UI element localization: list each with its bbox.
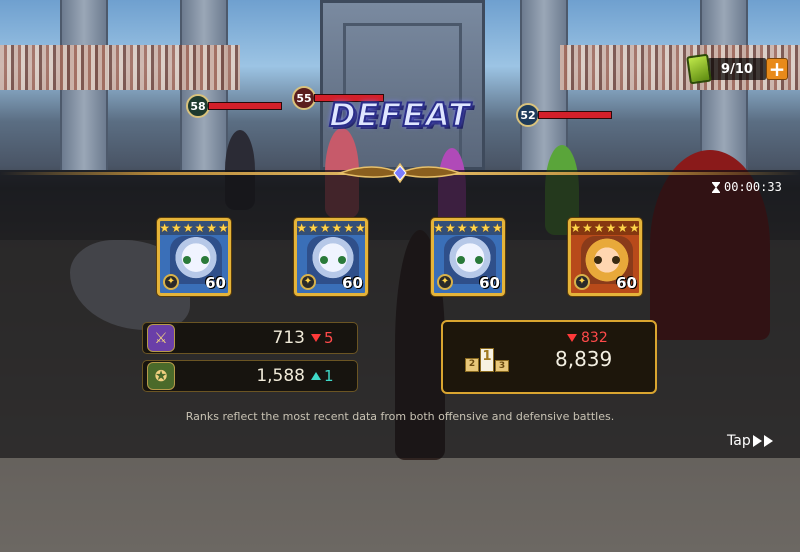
timer-value: 00:00:33 bbox=[724, 180, 782, 194]
hero-card[interactable]: ★ ★ ★ ★ ★ ★ ✦ 60 bbox=[568, 218, 642, 296]
medal-score-delta: 1 bbox=[311, 367, 357, 385]
hero-card[interactable]: ★ ★ ★ ★ ★ ★ ✦ 60 bbox=[157, 218, 231, 296]
energy-counter: 9/10 + bbox=[686, 53, 788, 85]
medal-score-row: ✪ 1,588 1 bbox=[142, 360, 358, 392]
play-arrow-icon bbox=[763, 435, 773, 447]
class-badge-icon: ✦ bbox=[437, 274, 453, 290]
rank-change-value: 832 bbox=[581, 330, 608, 346]
up-arrow-icon bbox=[311, 372, 321, 380]
defeat-title: DEFEAT bbox=[328, 95, 471, 135]
class-badge-icon: ✦ bbox=[300, 274, 316, 290]
arena-crowd bbox=[0, 45, 240, 90]
star-rating: ★ ★ ★ ★ ★ ★ bbox=[159, 221, 229, 235]
enemy-hp-fill bbox=[538, 111, 612, 119]
tap-label: Tap bbox=[727, 433, 751, 449]
hero-card[interactable]: ★ ★ ★ ★ ★ ★ ✦ 60 bbox=[294, 218, 368, 296]
medal-icon: ✪ bbox=[147, 362, 175, 390]
battle-timer: 00:00:33 bbox=[712, 180, 782, 194]
star-rating: ★ ★ ★ ★ ★ ★ bbox=[570, 221, 640, 235]
energy-ticket-icon bbox=[686, 53, 712, 85]
podium-second: 2 bbox=[465, 358, 479, 372]
rank-notice: Ranks reflect the most recent data from … bbox=[185, 410, 615, 423]
down-arrow-icon bbox=[311, 334, 321, 342]
medal-score-change: 1 bbox=[324, 367, 334, 385]
result-overlay-lower bbox=[0, 458, 800, 552]
play-arrow-icon bbox=[752, 435, 762, 447]
battle-result-screen[interactable]: 58 55 52 9/10 + DEFEAT 00:00:33 ★ ★ ★ ★ ★ ★ ✦… bbox=[0, 0, 800, 552]
enemy-hp-bar: 58 bbox=[186, 94, 282, 118]
plus-icon[interactable]: + bbox=[766, 57, 788, 81]
hero-level: 60 bbox=[342, 274, 363, 292]
class-badge-icon: ✦ bbox=[163, 274, 179, 290]
crossed-swords-icon: ⚔ bbox=[147, 324, 175, 352]
enemy-hp-bar: 52 bbox=[516, 103, 612, 127]
podium-icon: 2 1 3 bbox=[465, 346, 509, 372]
rank-value: 8,839 bbox=[555, 347, 613, 371]
enemy-level-badge: 58 bbox=[186, 94, 210, 118]
rank-change: 832 bbox=[567, 330, 608, 346]
down-arrow-icon bbox=[567, 334, 577, 342]
attack-score-value: 713 bbox=[272, 328, 305, 348]
energy-value: 9/10 bbox=[708, 58, 766, 80]
enemy-level-badge: 52 bbox=[516, 103, 540, 127]
hourglass-icon bbox=[712, 181, 720, 193]
hero-level: 60 bbox=[205, 274, 226, 292]
star-rating: ★ ★ ★ ★ ★ ★ bbox=[433, 221, 503, 235]
attack-score-row: ⚔ 713 5 bbox=[142, 322, 358, 354]
rank-panel: 2 1 3 832 8,839 bbox=[441, 320, 657, 394]
enemy-hp-fill bbox=[208, 102, 282, 110]
podium-first: 1 bbox=[480, 348, 494, 372]
attack-score-delta: 5 bbox=[311, 329, 357, 347]
hero-level: 60 bbox=[616, 274, 637, 292]
star-rating: ★ ★ ★ ★ ★ ★ bbox=[296, 221, 366, 235]
ornament-crest-icon bbox=[337, 162, 463, 184]
class-badge-icon: ✦ bbox=[574, 274, 590, 290]
tap-to-continue[interactable]: Tap bbox=[727, 433, 773, 449]
podium-third: 3 bbox=[495, 360, 509, 372]
attack-score-change: 5 bbox=[324, 329, 334, 347]
medal-score-value: 1,588 bbox=[256, 366, 305, 386]
hero-level: 60 bbox=[479, 274, 500, 292]
hero-card[interactable]: ★ ★ ★ ★ ★ ★ ✦ 60 bbox=[431, 218, 505, 296]
